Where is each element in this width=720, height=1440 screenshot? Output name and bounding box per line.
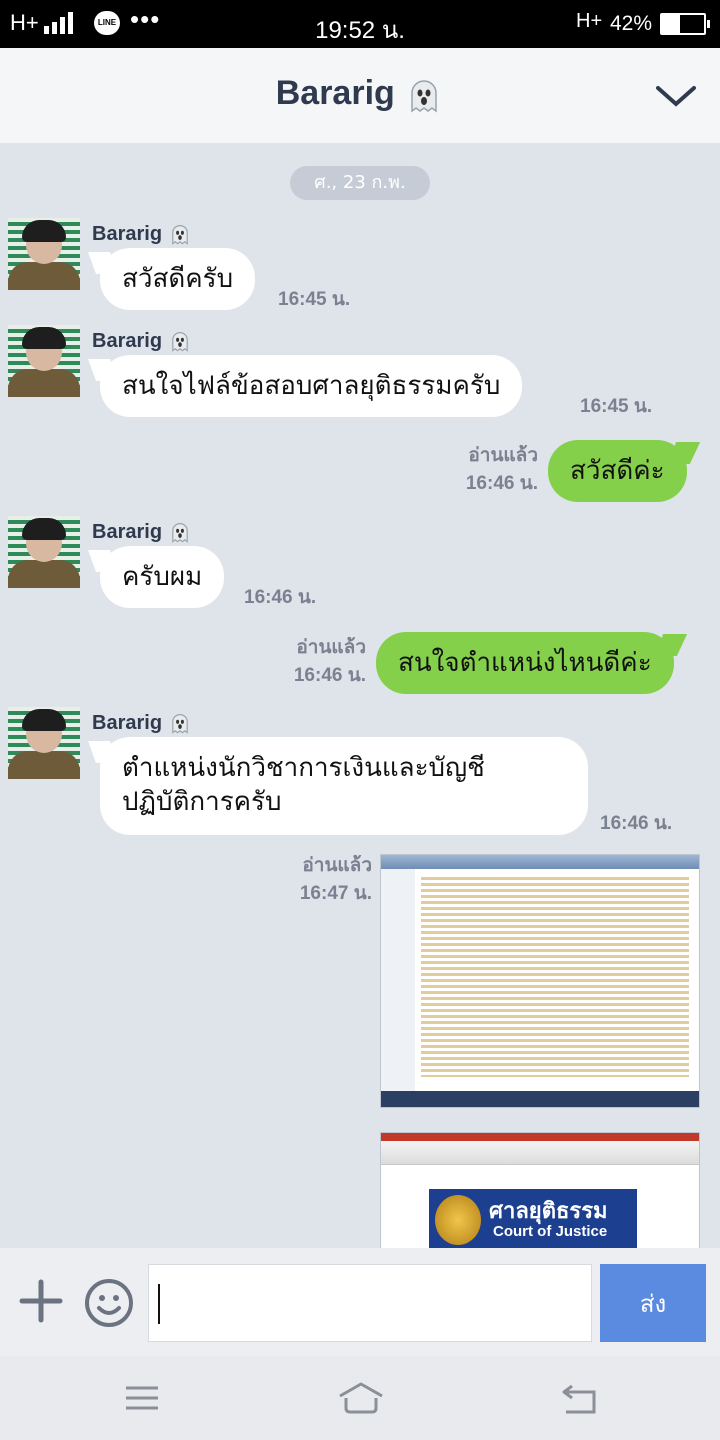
- message-time: 16:47 น.: [299, 883, 372, 904]
- chat-area[interactable]: ศ., 23 ก.พ. Bararig สวัสดีครับ 16:45 น. …: [0, 144, 720, 1248]
- ghost-icon: [172, 523, 188, 543]
- outgoing-message[interactable]: สนใจตำแหน่งไหนดีค่ะ: [376, 632, 674, 694]
- read-receipt: อ่านแล้ว: [302, 855, 372, 876]
- ghost-icon: [172, 225, 188, 245]
- incoming-message[interactable]: สวัสดีครับ: [100, 248, 256, 310]
- read-receipt: อ่านแล้ว: [468, 445, 538, 466]
- sender-name: Bararig: [92, 329, 192, 353]
- incoming-message[interactable]: สนใจไฟล์ข้อสอบศาลยุติธรรมครับ: [100, 355, 523, 417]
- battery-icon: [660, 13, 710, 35]
- chat-header: Bararig: [0, 48, 720, 144]
- send-button[interactable]: ส่ง: [600, 1264, 706, 1342]
- avatar[interactable]: [8, 218, 80, 290]
- emoji-icon[interactable]: [84, 1278, 134, 1328]
- court-emblem-icon: [435, 1195, 481, 1245]
- message-time: 16:46 น.: [600, 813, 673, 834]
- incoming-message[interactable]: ตำแหน่งนักวิชาการเงินและบัญชี ปฏิบัติการ…: [100, 737, 588, 835]
- battery-percent: 42%: [610, 12, 653, 35]
- message-input[interactable]: [148, 1264, 592, 1342]
- home-icon[interactable]: [336, 1380, 386, 1416]
- contact-name: Bararig: [275, 74, 395, 112]
- data-activity-icon: H+: [576, 10, 603, 32]
- back-icon[interactable]: [558, 1380, 602, 1416]
- message-time: 16:45 น.: [580, 396, 653, 417]
- incoming-message[interactable]: ครับผม: [100, 546, 225, 608]
- status-bar: H+ LINE ••• 19:52 น. H+ 42%: [0, 0, 720, 48]
- message-meta: อ่านแล้ว 16:47 น.: [264, 852, 372, 908]
- sender-name: Bararig: [92, 222, 192, 246]
- message-composer: ส่ง: [0, 1248, 720, 1356]
- plus-icon[interactable]: [18, 1278, 64, 1324]
- message-meta: อ่านแล้ว 16:46 น.: [258, 634, 366, 690]
- chevron-down-icon[interactable]: [654, 82, 698, 110]
- message-meta: อ่านแล้ว 16:46 น.: [430, 442, 538, 498]
- menu-icon[interactable]: [120, 1380, 164, 1416]
- avatar[interactable]: [8, 707, 80, 779]
- ghost-icon: [172, 332, 188, 352]
- sender-name: Bararig: [92, 520, 192, 544]
- image-message-court-document[interactable]: ศาลยุติธรรม Court of Justice: [380, 1132, 700, 1248]
- chat-title[interactable]: Bararig: [0, 74, 720, 115]
- sender-name: Bararig: [92, 711, 192, 735]
- court-of-justice-banner: ศาลยุติธรรม Court of Justice: [429, 1189, 637, 1248]
- date-separator: ศ., 23 ก.พ.: [290, 166, 430, 200]
- message-time: 16:46 น.: [293, 665, 366, 686]
- text-caret: [158, 1284, 160, 1324]
- image-message-file-explorer[interactable]: [380, 854, 700, 1108]
- message-time: 16:45 น.: [278, 289, 351, 310]
- outgoing-message[interactable]: สวัสดีค่ะ: [548, 440, 687, 502]
- avatar[interactable]: [8, 516, 80, 588]
- avatar[interactable]: [8, 325, 80, 397]
- system-nav-bar: [0, 1356, 720, 1440]
- message-time: 16:46 น.: [244, 587, 317, 608]
- read-receipt: อ่านแล้ว: [296, 637, 366, 658]
- message-time: 16:46 น.: [465, 473, 538, 494]
- ghost-icon: [411, 80, 437, 113]
- ghost-icon: [172, 714, 188, 734]
